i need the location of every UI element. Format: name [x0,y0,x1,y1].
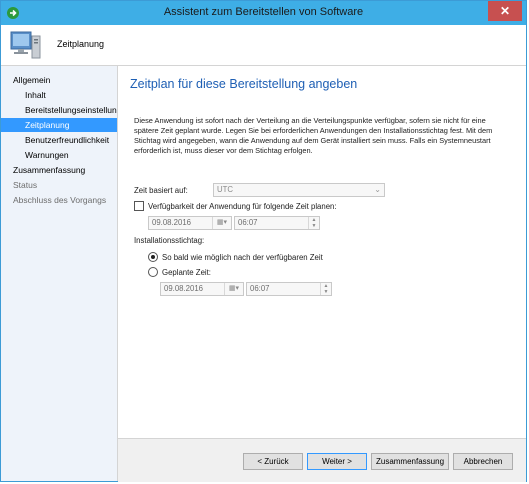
chevron-down-icon: ⌄ [374,185,381,194]
availability-date-picker[interactable]: 09.08.2016 ▦▾ [148,216,232,230]
window-title: Assistent zum Bereitstellen von Software [163,6,364,18]
back-button[interactable]: < Zurück [243,453,303,470]
next-button[interactable]: Weiter > [307,453,367,470]
wizard-sidebar: Allgemein Inhalt Bereitstellungseinstell… [1,66,118,481]
sidebar-item-warnungen[interactable]: Warnungen [1,148,117,162]
computer-icon [10,31,41,59]
scheduled-time-radio-label[interactable]: Geplante Zeit: [162,268,211,277]
time-based-on-label: Zeit basiert auf: [134,186,188,195]
deadline-date-value: 09.08.2016 [164,284,204,293]
wizard-window: Assistent zum Bereitstellen von Software… [0,0,527,482]
install-deadline-label: Installationsstichtag: [134,236,205,245]
sidebar-item-status: Status [13,180,38,190]
sidebar-item-zusammenfassung[interactable]: Zusammenfassung [1,163,117,177]
sidebar-item-zeitplanung[interactable]: Zeitplanung [1,118,117,132]
availability-time-stepper[interactable]: 06:07 ▲ ▼ [234,216,320,230]
calendar-icon[interactable]: ▦▾ [212,217,231,229]
sidebar-item-allgemein[interactable]: Allgemein [1,73,117,87]
availability-checkbox[interactable] [134,201,144,211]
time-based-on-value: UTC [217,185,234,194]
wizard-header: Zeitplanung [1,25,526,66]
deadline-time-stepper[interactable]: 06:07 ▲ ▼ [246,282,332,296]
scheduled-time-radio[interactable] [148,267,158,277]
time-based-on-select[interactable]: UTC ⌄ [213,183,385,197]
spinner-icon[interactable]: ▲ ▼ [308,217,319,229]
availability-time-value: 06:07 [238,218,258,227]
wizard-content: Zeitplan für diese Bereitstellung angebe… [118,66,526,438]
availability-date-value: 09.08.2016 [152,218,192,227]
spinner-icon[interactable]: ▲ ▼ [320,283,331,295]
page-description: Diese Anwendung ist sofort nach der Vert… [134,116,493,155]
close-button[interactable]: ✕ [488,1,522,21]
asap-radio[interactable] [148,252,158,262]
summary-button[interactable]: Zusammenfassung [371,453,449,470]
wizard-footer: < Zurück Weiter > Zusammenfassung Abbrec… [118,438,526,482]
sidebar-item-benutzerfreundlichkeit[interactable]: Benutzerfreundlichkeit [1,133,117,147]
title-bar: Assistent zum Bereitstellen von Software… [1,1,526,25]
asap-radio-label[interactable]: So bald wie möglich nach der verfügbaren… [162,253,323,262]
deadline-time-value: 06:07 [250,284,270,293]
sidebar-item-bereitstellungseinstellungen[interactable]: Bereitstellungseinstellungen [1,103,117,117]
cancel-button[interactable]: Abbrechen [453,453,513,470]
availability-checkbox-label[interactable]: Verfügbarkeit der Anwendung für folgende… [148,202,337,211]
page-title: Zeitplan für diese Bereitstellung angebe… [130,77,358,91]
deadline-date-picker[interactable]: 09.08.2016 ▦▾ [160,282,244,296]
header-title: Zeitplanung [57,39,105,49]
calendar-icon[interactable]: ▦▾ [224,283,243,295]
sidebar-item-inhalt[interactable]: Inhalt [1,88,117,102]
sidebar-item-abschluss: Abschluss des Vorgangs [13,195,107,205]
